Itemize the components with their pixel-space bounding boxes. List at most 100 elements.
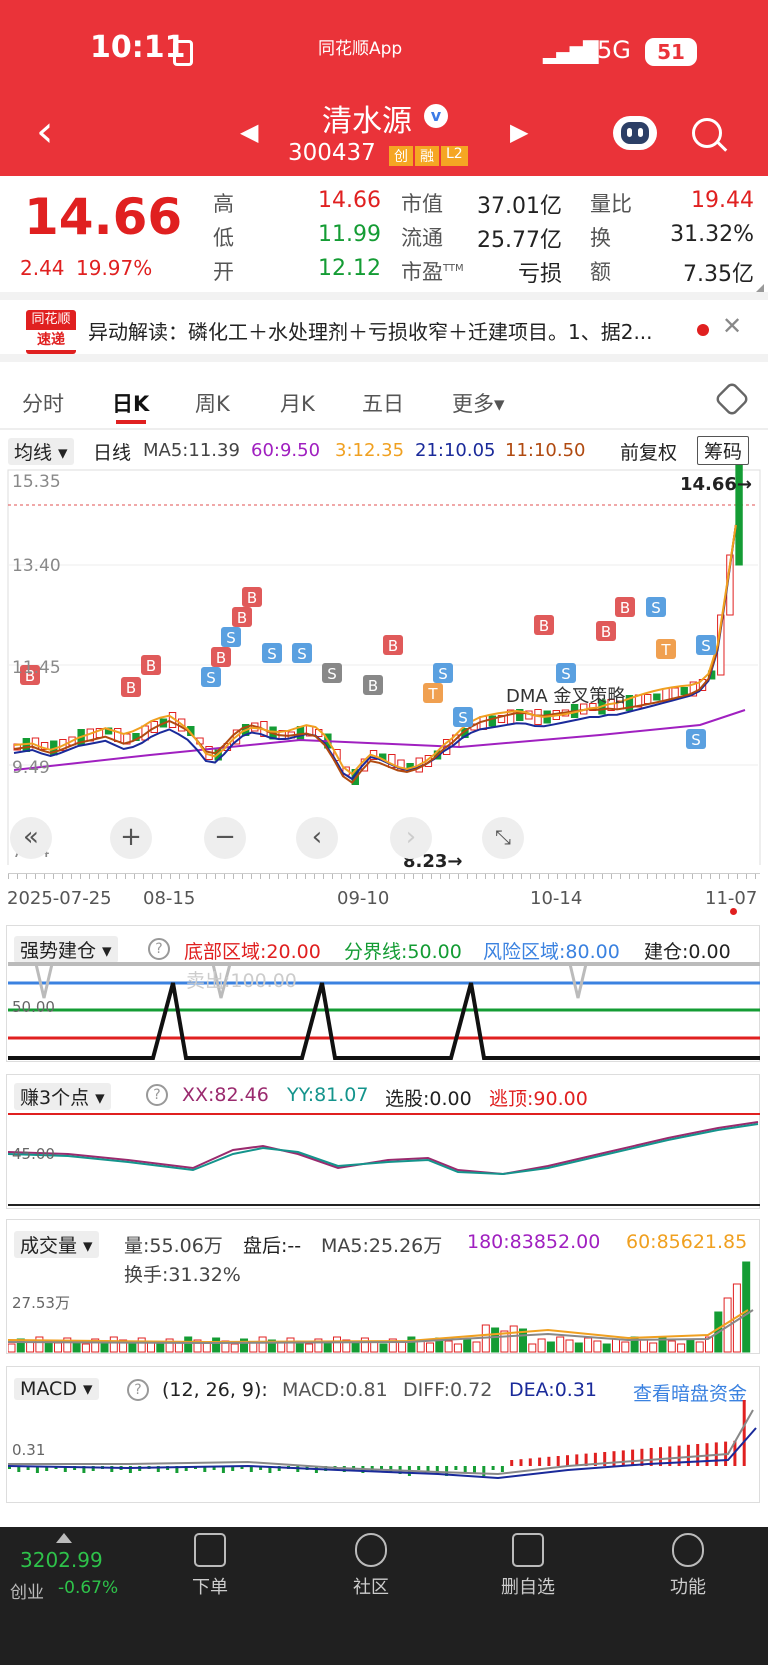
signal-letter: S <box>206 669 216 687</box>
stat-value: 14.66 <box>318 188 381 213</box>
macd-diff: DIFF:0.72 <box>403 1379 493 1401</box>
volume-bar <box>602 1343 611 1353</box>
tab-daily-k[interactable]: 日K <box>112 388 149 418</box>
zoom-out-icon[interactable]: − <box>204 817 246 859</box>
kline-period: 日线 <box>93 442 132 464</box>
volume-bar <box>546 1341 555 1353</box>
volume-bar <box>156 1343 165 1353</box>
ma5-line <box>13 524 737 776</box>
macd-bar <box>491 1466 495 1470</box>
tab-more[interactable]: 更多▾ <box>452 388 505 418</box>
next-stock-icon[interactable]: ▶ <box>510 118 528 146</box>
date-label-4: 10-14 <box>530 888 583 909</box>
y-label-1: 15.35 <box>12 472 61 492</box>
y-label-3: 11.45 <box>12 658 61 678</box>
volume-bar <box>639 1339 648 1353</box>
macd-params: (12, 26, 9): <box>162 1379 268 1401</box>
volume-bar <box>407 1336 416 1353</box>
candle <box>643 694 652 704</box>
volume-bar <box>54 1342 62 1353</box>
help-icon[interactable]: ? <box>148 938 170 960</box>
strategy-label: DMA 金叉策略 <box>506 686 626 707</box>
chip-button[interactable]: 筹码 <box>697 436 750 465</box>
unread-dot-icon <box>697 324 709 336</box>
ind2-yy: YY:81.07 <box>287 1084 369 1106</box>
adjust-mode[interactable]: 前复权 <box>620 438 677 465</box>
fullscreen-icon[interactable]: ⤡ <box>482 817 524 859</box>
volume-bar <box>137 1337 146 1353</box>
volume-bar <box>695 1341 704 1353</box>
volume-bar <box>128 1342 137 1353</box>
nav-order[interactable]: 下单 <box>170 1533 250 1599</box>
nav-function[interactable]: 功能 <box>648 1533 728 1599</box>
volume-bar <box>109 1336 118 1353</box>
index-value[interactable]: 3202.99 <box>20 1548 103 1572</box>
signal-letter: B <box>247 589 257 607</box>
prev-stock-icon[interactable]: ◀ <box>240 118 258 146</box>
close-icon[interactable]: ✕ <box>722 312 742 340</box>
caret-up-icon[interactable] <box>56 1533 72 1543</box>
settings-hexagon-icon[interactable] <box>713 380 751 418</box>
zoom-in-icon[interactable]: + <box>110 817 152 859</box>
ind2-name: 赚3个点 <box>20 1087 90 1109</box>
signal-letter: B <box>237 609 247 627</box>
tab-five-day[interactable]: 五日 <box>362 388 404 418</box>
stat-key: 量比 <box>590 192 632 216</box>
volume-bar <box>453 1343 462 1353</box>
back-icon[interactable]: ‹ <box>36 110 54 154</box>
robot-assistant-icon[interactable] <box>613 116 657 150</box>
stat-value: 19.44 <box>691 188 754 213</box>
macd-chart <box>8 1400 757 1480</box>
tag-chuang: 创 <box>389 146 413 166</box>
tab-intraday[interactable]: 分时 <box>22 388 64 418</box>
signal-letter: B <box>126 679 136 697</box>
nav-community[interactable]: 社区 <box>331 1533 411 1599</box>
ma-type-dropdown[interactable]: 均线 ▾ <box>8 438 74 465</box>
community-icon <box>355 1533 387 1567</box>
step-forward-icon[interactable]: › <box>390 817 432 859</box>
volume-bar <box>621 1341 630 1353</box>
volume-bar <box>286 1337 295 1353</box>
tab-weekly-k[interactable]: 周K <box>195 388 230 418</box>
stat-key: 高 <box>213 192 234 216</box>
ma21-value: 21:10.05 <box>415 440 496 461</box>
ma60-value: 60:9.50 <box>251 440 321 461</box>
tab-monthly-k[interactable]: 月K <box>280 388 315 418</box>
signal-letter: B <box>216 649 226 667</box>
tag-l2: L2 <box>441 146 468 166</box>
volume-bar <box>584 1337 593 1353</box>
macd-dropdown[interactable]: MACD ▾ <box>14 1378 99 1400</box>
stat-key: 流通 <box>401 226 443 250</box>
time-axis <box>8 873 760 879</box>
volume-bar <box>35 1336 44 1353</box>
news-strip[interactable]: 同花顺 速递 异动解读：磷化工＋水处理剂＋亏损收窄＋迁建项目。1、据2... ✕ <box>0 292 768 362</box>
kline-chart[interactable]: BBB BBBSSS SSBBTSSBSBB ST SS <box>0 465 768 865</box>
verified-icon: v <box>424 104 448 128</box>
macd-value: MACD:0.81 <box>282 1379 388 1401</box>
ind2-dropdown[interactable]: 赚3个点 ▾ <box>14 1083 111 1110</box>
volume-bar <box>463 1338 472 1353</box>
volume-bar <box>426 1342 434 1353</box>
current-price: 14.66 <box>24 188 183 246</box>
status-time: 10:11 <box>90 30 186 65</box>
help-icon[interactable]: ? <box>127 1379 149 1401</box>
volume-bar <box>202 1342 211 1353</box>
volume-bar <box>686 1338 695 1353</box>
volume-bar <box>100 1341 109 1353</box>
stat-value: 11.99 <box>318 222 381 247</box>
signal-letter: S <box>458 709 468 727</box>
id-card-icon <box>173 40 193 66</box>
volume-bar <box>574 1342 583 1353</box>
stat-value: 37.01亿 <box>477 194 562 219</box>
date-label-3: 09-10 <box>337 888 390 909</box>
signal-icon: ▂▄▆█ <box>543 40 599 64</box>
ma21-line <box>13 524 737 781</box>
scroll-left-icon[interactable]: « <box>10 817 52 859</box>
volume-bar <box>612 1338 620 1353</box>
news-brand-bottom: 速递 <box>26 330 76 350</box>
signal-letter: B <box>620 599 630 617</box>
help-icon[interactable]: ? <box>146 1084 168 1106</box>
nav-remove-watch[interactable]: 删自选 <box>488 1533 568 1599</box>
volume-bar <box>81 1343 90 1353</box>
step-back-icon[interactable]: ‹ <box>296 817 338 859</box>
